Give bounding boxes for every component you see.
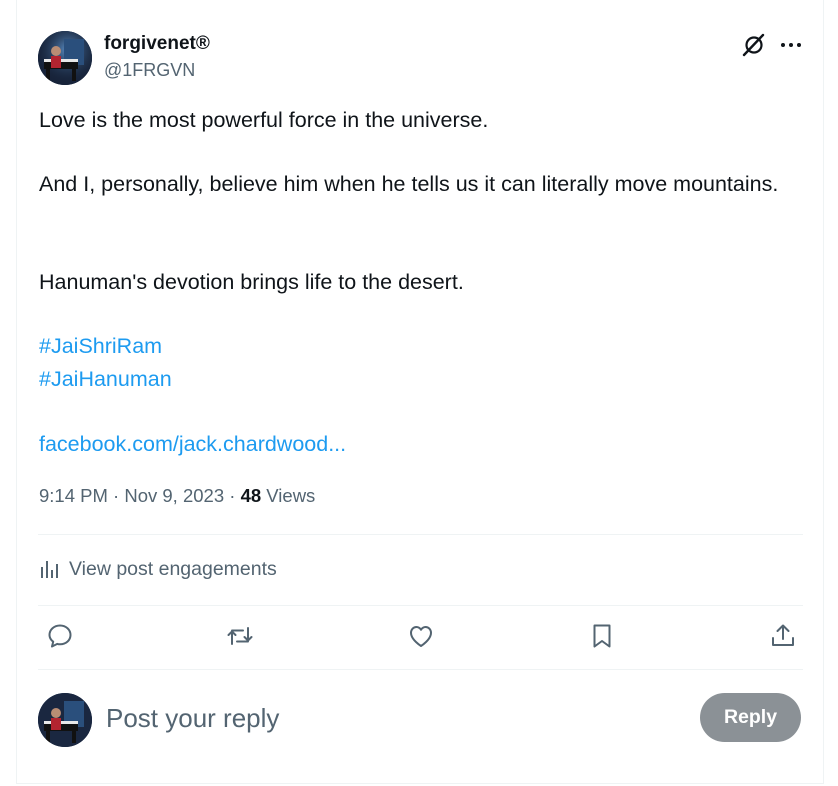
post-time[interactable]: 9:14 PM [39, 485, 108, 506]
reply-button[interactable]: Reply [700, 693, 801, 742]
analytics-bars-icon [41, 561, 58, 578]
post-date[interactable]: Nov 9, 2023 [124, 485, 224, 506]
post-text-paragraph: And I, personally, believe him when he t… [39, 172, 779, 196]
user-avatar[interactable] [38, 693, 92, 747]
more-icon[interactable] [778, 32, 804, 58]
hashtag-link[interactable]: #JaiHanuman [39, 363, 172, 396]
views-count: 48 [240, 485, 262, 506]
post-text-paragraph: Love is the most powerful force in the u… [39, 108, 489, 132]
reply-icon[interactable] [46, 622, 74, 650]
author-display-name[interactable]: forgivenet® [104, 33, 210, 55]
post-text-paragraph: Hanuman's devotion brings life to the de… [39, 270, 464, 294]
repost-icon[interactable] [226, 622, 254, 650]
divider [38, 669, 803, 670]
divider [38, 534, 803, 535]
reply-input[interactable] [106, 700, 666, 736]
view-engagements-link[interactable]: View post engagements [39, 556, 277, 582]
view-engagements-label: View post engagements [69, 557, 277, 580]
views-label: Views [266, 485, 316, 506]
hashtag-link[interactable]: #JaiShriRam [39, 330, 162, 363]
external-link[interactable]: facebook.com/jack.chardwood... [39, 428, 346, 461]
like-icon[interactable] [407, 622, 435, 650]
meta-separator: · [229, 485, 236, 506]
bookmark-icon[interactable] [588, 622, 616, 650]
grok-icon[interactable] [741, 32, 767, 58]
author-handle[interactable]: @1FRGVN [104, 60, 195, 81]
meta-separator: · [113, 485, 120, 506]
share-icon[interactable] [769, 622, 797, 650]
post-meta: 9:14 PM · Nov 9, 2023 · 48 Views [39, 485, 315, 507]
divider [38, 605, 803, 606]
author-avatar[interactable] [38, 31, 92, 85]
